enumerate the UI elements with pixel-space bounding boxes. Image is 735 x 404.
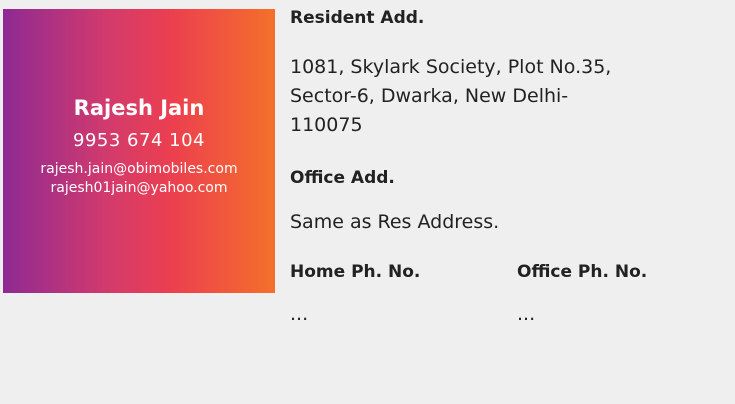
office-phone-value: ... [517, 303, 536, 325]
contact-email-secondary: rajesh01jain@yahoo.com [50, 180, 228, 196]
office-address-label: Office Add. [290, 168, 395, 188]
resident-address-label: Resident Add. [290, 8, 425, 28]
resident-address-line: 110075 [290, 114, 363, 136]
resident-address-value: 1081, Skylark Society, Plot No.35, Secto… [290, 53, 611, 140]
contact-email-primary: rajesh.jain@obimobiles.com [40, 161, 238, 177]
contact-name: Rajesh Jain [73, 96, 205, 120]
resident-address-line: 1081, Skylark Society, Plot No.35, [290, 56, 612, 78]
home-phone-value: ... [290, 303, 309, 325]
resident-address-line: Sector-6, Dwarka, New Delhi- [290, 85, 569, 107]
home-phone-label: Home Ph. No. [290, 262, 421, 282]
contact-phone: 9953 674 104 [73, 130, 205, 151]
contact-card: Rajesh Jain 9953 674 104 rajesh.jain@obi… [3, 9, 275, 293]
office-phone-label: Office Ph. No. [517, 262, 648, 282]
office-address-value: Same as Res Address. [290, 211, 500, 233]
